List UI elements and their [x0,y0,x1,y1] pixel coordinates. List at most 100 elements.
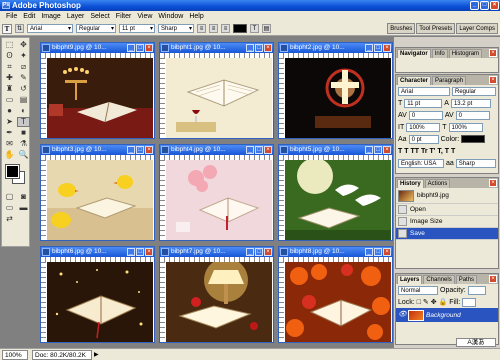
tab-character[interactable]: Character [397,76,432,85]
tab-channels[interactable]: Channels [423,275,455,284]
healing-brush-tool-icon[interactable]: ✚ [3,73,16,83]
close-button[interactable]: × [383,44,391,52]
ps-app-icon[interactable]: Ps [2,2,10,9]
close-icon[interactable]: × [489,49,497,57]
menu-help[interactable]: Help [186,13,206,20]
quick-mask-icon[interactable]: ◙ [17,192,30,202]
char-language[interactable]: English: USA [398,158,444,168]
minimize-button[interactable]: _ [365,248,373,256]
tab-info[interactable]: Info [431,49,448,58]
document-window[interactable]: bibpht4.jpg @ 10... _ □ × [159,144,274,241]
align-center-icon[interactable]: ≡ [209,24,218,33]
tab-paths[interactable]: Paths [455,275,478,284]
char-leading[interactable]: 13.2 pt [450,98,491,108]
close-button[interactable]: × [490,1,499,10]
text-color-swatch[interactable] [233,24,247,33]
maximize-button[interactable]: □ [255,44,263,52]
document-window[interactable]: bibpht2.jpg @ 10... _ □ × [278,42,393,139]
tool-presets-well[interactable]: Tool Presets [416,23,456,34]
image-canvas-cross[interactable] [285,58,391,138]
char-tracking[interactable]: 0 [455,110,490,120]
document-window[interactable]: bibpht3.jpg @ 10... _ □ × [40,144,155,241]
pen-tool-icon[interactable]: ✒ [3,128,16,138]
fill-field[interactable] [462,297,477,307]
hand-tool-icon[interactable]: ✋ [3,150,16,160]
tab-actions[interactable]: Actions [424,179,451,188]
faux-bold-icon[interactable]: T T TT Tr T' T, T T [398,148,455,155]
history-brush-tool-icon[interactable]: ↺ [17,84,30,94]
minimize-button[interactable]: _ [127,146,135,154]
image-canvas-bible-wine[interactable] [166,58,272,138]
close-button[interactable]: × [264,44,272,52]
type-tool-icon-toolbox[interactable]: T [17,117,30,127]
close-icon[interactable]: × [489,76,497,84]
font-family-select[interactable]: Arial [27,24,73,33]
minimize-button[interactable]: _ [246,248,254,256]
image-canvas-roses[interactable] [166,160,272,240]
path-selection-tool-icon[interactable]: ➤ [3,117,16,127]
blur-tool-icon[interactable]: ● [3,106,16,116]
anti-alias-select[interactable]: Sharp [158,24,194,33]
history-step[interactable]: Save [396,228,498,240]
move-tool-icon[interactable]: ✥ [17,40,30,50]
minimize-button[interactable]: _ [246,146,254,154]
maximize-button[interactable]: □ [136,248,144,256]
document-window[interactable]: bibpht5.jpg @ 10... _ □ × [278,144,393,241]
menu-file[interactable]: File [3,13,20,20]
document-window[interactable]: bibpht6.jpg @ 10... _ □ × [40,246,155,343]
document-title-bar[interactable]: bibpht2.jpg @ 10... _ □ × [279,43,392,53]
dodge-tool-icon[interactable]: ◐ [17,106,30,116]
menu-select[interactable]: Select [87,13,112,20]
document-title-bar[interactable]: bibpht1.jpg @ 10... _ □ × [160,43,273,53]
slice-tool-icon[interactable]: ⧄ [17,62,30,72]
tab-histogram[interactable]: Histogram [448,49,483,58]
lock-icons[interactable]: □ ✎ ✥ 🔒 [417,298,448,306]
blend-mode-select[interactable]: Normal [398,285,438,295]
image-canvas-menorah[interactable] [47,58,153,138]
eyedropper-tool-icon[interactable]: ⚗ [17,139,30,149]
menu-view[interactable]: View [134,13,155,20]
maximize-button[interactable]: □ [255,146,263,154]
document-title-bar[interactable]: bibpht4.jpg @ 10... _ □ × [160,145,273,155]
marquee-tool-icon[interactable]: ⬚ [3,40,16,50]
tab-history[interactable]: History [397,179,424,188]
image-canvas-fruit[interactable] [285,262,391,342]
warp-text-icon[interactable]: T [250,24,259,33]
eye-icon[interactable]: 👁 [398,311,407,319]
char-horizontal-scale[interactable]: 100% [448,122,483,132]
maximize-button[interactable]: □ [136,44,144,52]
image-canvas-lamp[interactable] [166,262,272,342]
orientation-icon[interactable]: ⇅ [15,24,24,33]
tab-navigator[interactable]: Navigator [397,49,431,58]
close-icon[interactable]: × [489,179,497,187]
tab-layers[interactable]: Layers [397,275,423,284]
image-canvas-doves[interactable] [285,160,391,240]
char-anti-alias[interactable]: Sharp [455,158,496,168]
align-right-icon[interactable]: ≡ [221,24,230,33]
document-title-bar[interactable]: bibpht8.jpg @ 10... _ □ × [279,247,392,257]
close-button[interactable]: × [145,248,153,256]
layer-comps-well[interactable]: Layer Comps [456,23,498,34]
minimize-button[interactable]: _ [365,146,373,154]
font-size-select[interactable]: 11 pt [119,24,155,33]
document-title-bar[interactable]: bibpht7.jpg @ 10... _ □ × [160,247,273,257]
image-canvas-sparkles[interactable] [47,262,153,342]
tab-paragraph[interactable]: Paragraph [432,76,467,85]
close-icon[interactable]: × [489,275,497,283]
document-title-bar[interactable]: bibpht9.jpg @ 10... _ □ × [41,43,154,53]
char-font-family[interactable]: Arial [398,86,450,96]
brush-tool-icon[interactable]: ✎ [17,73,30,83]
standard-mode-icon[interactable]: ▢ [3,192,16,202]
menu-layer[interactable]: Layer [64,13,88,20]
maximize-button[interactable]: □ [136,146,144,154]
minimize-button[interactable]: _ [365,44,373,52]
notes-tool-icon[interactable]: ✉ [3,139,16,149]
menu-edit[interactable]: Edit [20,13,38,20]
magic-wand-tool-icon[interactable]: ✦ [17,51,30,61]
document-title-bar[interactable]: bibpht6.jpg @ 10... _ □ × [41,247,154,257]
maximize-button[interactable]: □ [255,248,263,256]
menu-window[interactable]: Window [155,13,186,20]
document-window[interactable]: bibpht1.jpg @ 10... _ □ × [159,42,274,139]
image-canvas-chicks[interactable] [47,160,153,240]
color-selector[interactable] [3,163,28,187]
